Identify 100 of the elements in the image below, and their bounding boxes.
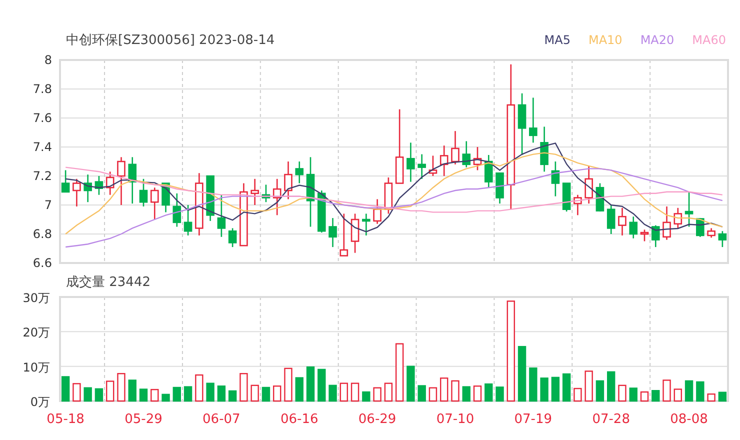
volume-bar bbox=[674, 388, 682, 402]
date-label: 06-16 bbox=[280, 412, 318, 427]
volume-bar bbox=[306, 366, 315, 402]
candlestick bbox=[272, 178, 282, 216]
volume-bar bbox=[94, 388, 104, 402]
axis-label: 0万 bbox=[30, 395, 50, 409]
axis-label: 7.6 bbox=[32, 111, 52, 125]
candlestick bbox=[574, 194, 582, 216]
volume-bar bbox=[217, 386, 226, 402]
volume-bar bbox=[574, 388, 582, 402]
volume-bar bbox=[61, 376, 70, 402]
candlestick bbox=[206, 175, 214, 221]
volume-bar bbox=[172, 386, 181, 402]
volume-bar bbox=[117, 373, 126, 402]
volume-bar bbox=[350, 382, 360, 402]
volume-bar bbox=[250, 384, 259, 402]
candlestick bbox=[328, 218, 337, 248]
candlestick bbox=[418, 154, 426, 179]
volume-bar bbox=[328, 384, 337, 402]
volume-bar bbox=[584, 370, 593, 402]
volume-bar bbox=[362, 391, 370, 402]
volume-bar bbox=[106, 380, 114, 402]
candlestick bbox=[240, 183, 248, 246]
candlestick bbox=[596, 183, 604, 212]
axis-label: 10万 bbox=[22, 360, 50, 374]
volume-bar bbox=[284, 368, 292, 402]
volume-bar bbox=[529, 367, 538, 402]
candlestick bbox=[451, 131, 460, 164]
volume-bar bbox=[128, 380, 136, 402]
axis-label: 6.8 bbox=[32, 227, 52, 241]
date-label: 07-28 bbox=[592, 412, 630, 427]
legend-label: MA5 bbox=[544, 33, 570, 47]
volume-bar bbox=[696, 381, 704, 402]
candlestick bbox=[128, 157, 137, 204]
candlestick bbox=[473, 147, 482, 170]
volume-bar bbox=[162, 394, 170, 402]
candlestick bbox=[428, 156, 438, 176]
candlestick bbox=[529, 98, 538, 143]
candlestick bbox=[406, 142, 415, 182]
volume-bar bbox=[384, 382, 393, 402]
candlestick bbox=[72, 178, 81, 206]
candlestick bbox=[373, 199, 382, 224]
volume-bar bbox=[418, 385, 426, 402]
candlestick bbox=[551, 162, 560, 196]
candlestick bbox=[651, 225, 660, 248]
volume-bar bbox=[462, 386, 470, 402]
volume-bar bbox=[240, 373, 248, 402]
candlestick bbox=[718, 231, 727, 248]
volume-bar bbox=[184, 386, 192, 402]
volume-bar bbox=[295, 377, 304, 402]
volume-bar bbox=[228, 390, 237, 402]
date-label: 06-29 bbox=[358, 412, 396, 427]
candlestick bbox=[618, 208, 626, 236]
candlestick bbox=[640, 230, 649, 242]
volume-bar bbox=[518, 346, 526, 402]
candlestick bbox=[250, 178, 259, 205]
volume-bar bbox=[652, 390, 660, 402]
date-label: 06-07 bbox=[202, 412, 240, 427]
volume-bar bbox=[484, 383, 493, 402]
candlestick bbox=[440, 146, 448, 176]
volume-bar bbox=[718, 392, 727, 402]
candlestick bbox=[629, 216, 638, 238]
volume-bar bbox=[395, 343, 404, 402]
volume-bar bbox=[84, 387, 92, 402]
axis-label: 20万 bbox=[22, 326, 50, 340]
volume-bar bbox=[139, 388, 148, 402]
date-label: 08-08 bbox=[670, 412, 708, 427]
date-label: 07-10 bbox=[436, 412, 474, 427]
axis-label: 7 bbox=[44, 198, 52, 212]
candlestick bbox=[139, 178, 148, 206]
candlestick bbox=[150, 188, 159, 220]
candlestick bbox=[684, 192, 694, 227]
candlestick bbox=[562, 182, 571, 212]
candlestick bbox=[195, 173, 204, 236]
volume-bar bbox=[596, 380, 604, 402]
chart-title: 中创环保[SZ300056] 2023-08-14 bbox=[66, 32, 275, 49]
candlestick bbox=[584, 166, 593, 204]
candlestick bbox=[94, 176, 104, 195]
candlestick bbox=[662, 206, 671, 240]
candlestick bbox=[317, 190, 326, 233]
axis-label: 7.2 bbox=[32, 169, 52, 183]
candlestick bbox=[228, 228, 237, 248]
volume-bar bbox=[473, 386, 482, 402]
volume-title: 成交量 23442 bbox=[66, 274, 150, 291]
candlestick bbox=[462, 141, 471, 168]
volume-bar bbox=[551, 376, 560, 402]
candlestick bbox=[117, 157, 126, 205]
axis-label: 30万 bbox=[22, 293, 50, 305]
candlestick bbox=[184, 205, 192, 236]
date-label: 05-29 bbox=[124, 412, 162, 427]
volume-bar bbox=[562, 373, 571, 402]
volume-bar bbox=[629, 388, 638, 402]
volume-bar bbox=[318, 368, 326, 402]
volume-bar bbox=[150, 388, 159, 402]
volume-bar bbox=[206, 382, 214, 402]
volume-bar bbox=[195, 374, 204, 402]
volume-bar bbox=[428, 387, 438, 402]
axis-label: 7.4 bbox=[32, 140, 52, 154]
volume-bar bbox=[684, 380, 694, 402]
legend-label: MA60 bbox=[692, 33, 726, 47]
